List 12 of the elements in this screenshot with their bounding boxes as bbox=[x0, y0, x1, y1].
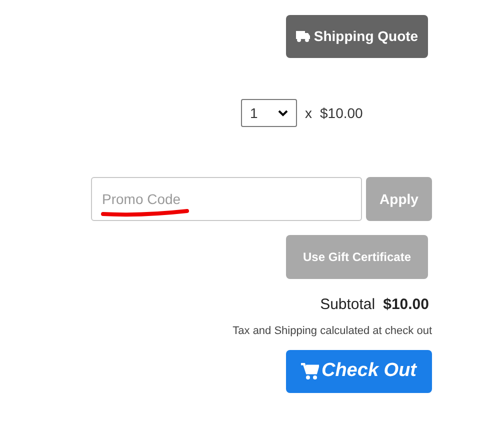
shipping-quote-button[interactable]: Shipping Quote bbox=[286, 15, 428, 58]
subtotal-label: Subtotal bbox=[320, 295, 376, 315]
checkout-button[interactable]: Check Out bbox=[286, 350, 432, 393]
truck-icon bbox=[296, 31, 310, 42]
shipping-note: Tax and Shipping calculated at check out bbox=[232, 324, 432, 338]
multiply-sign: x bbox=[305, 104, 312, 122]
promo-code-field[interactable]: Promo Code bbox=[91, 177, 362, 221]
cart-icon bbox=[301, 363, 320, 380]
unit-price: $10.00 bbox=[320, 104, 363, 122]
chevron-down-icon bbox=[278, 110, 288, 116]
subtotal-amount: $10.00 bbox=[383, 295, 429, 315]
quantity-select[interactable]: 1 bbox=[241, 99, 297, 127]
